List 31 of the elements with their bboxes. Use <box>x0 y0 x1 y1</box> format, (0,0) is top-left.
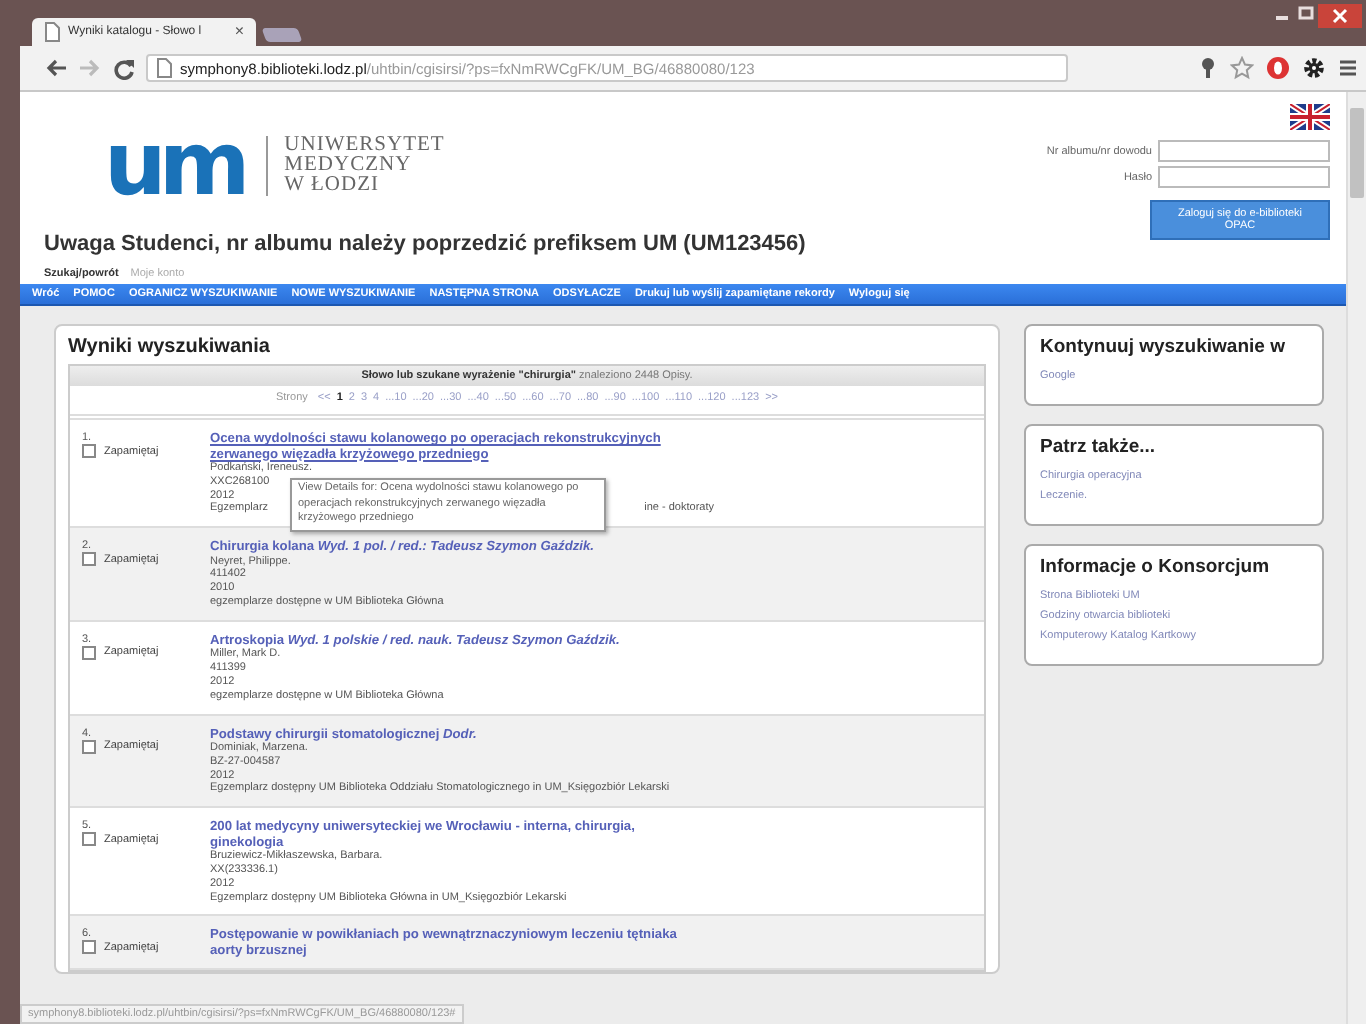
close-tab-button[interactable]: × <box>234 24 244 40</box>
menu-icon[interactable] <box>1338 58 1358 78</box>
flag-icon[interactable] <box>1290 104 1330 130</box>
page-icon <box>44 22 60 42</box>
circle-o-icon[interactable] <box>1266 56 1290 80</box>
logo-mark: um <box>104 128 246 204</box>
card-title: Kontynuuj wyszukiwanie w <box>1040 336 1287 358</box>
star-icon[interactable] <box>1230 56 1254 80</box>
notice-text: Uwaga Studenci, nr albumu należy poprzedzić prefiksem UM (UM123456) <box>44 232 808 256</box>
maximize-icon[interactable] <box>1294 4 1318 24</box>
reload-icon[interactable] <box>112 57 136 79</box>
back-icon[interactable] <box>44 58 68 78</box>
university-name: UNIWERSYTET MEDYCZNY W ŁODZI <box>266 136 445 196</box>
input-field[interactable] <box>1158 140 1330 162</box>
section-title: Wyniki wyszukiwania <box>68 336 272 358</box>
checkbox[interactable] <box>82 832 96 847</box>
gear-icon[interactable] <box>1302 56 1326 80</box>
input-field[interactable] <box>1158 166 1330 188</box>
checkbox[interactable] <box>82 940 96 955</box>
checkbox[interactable] <box>82 739 96 754</box>
key-icon[interactable] <box>1198 56 1218 80</box>
scrollbar[interactable] <box>1346 92 1366 1024</box>
new-tab-button[interactable] <box>261 28 303 42</box>
page-icon <box>156 58 172 78</box>
checkbox[interactable] <box>82 645 96 660</box>
scroll-thumb[interactable] <box>1350 108 1364 198</box>
checkbox[interactable] <box>82 444 96 458</box>
close-icon[interactable] <box>1318 4 1362 28</box>
card-title: Informacje o Konsorcjum <box>1040 556 1272 578</box>
checkbox[interactable] <box>82 552 96 567</box>
card-title: Patrz także... <box>1040 436 1158 458</box>
